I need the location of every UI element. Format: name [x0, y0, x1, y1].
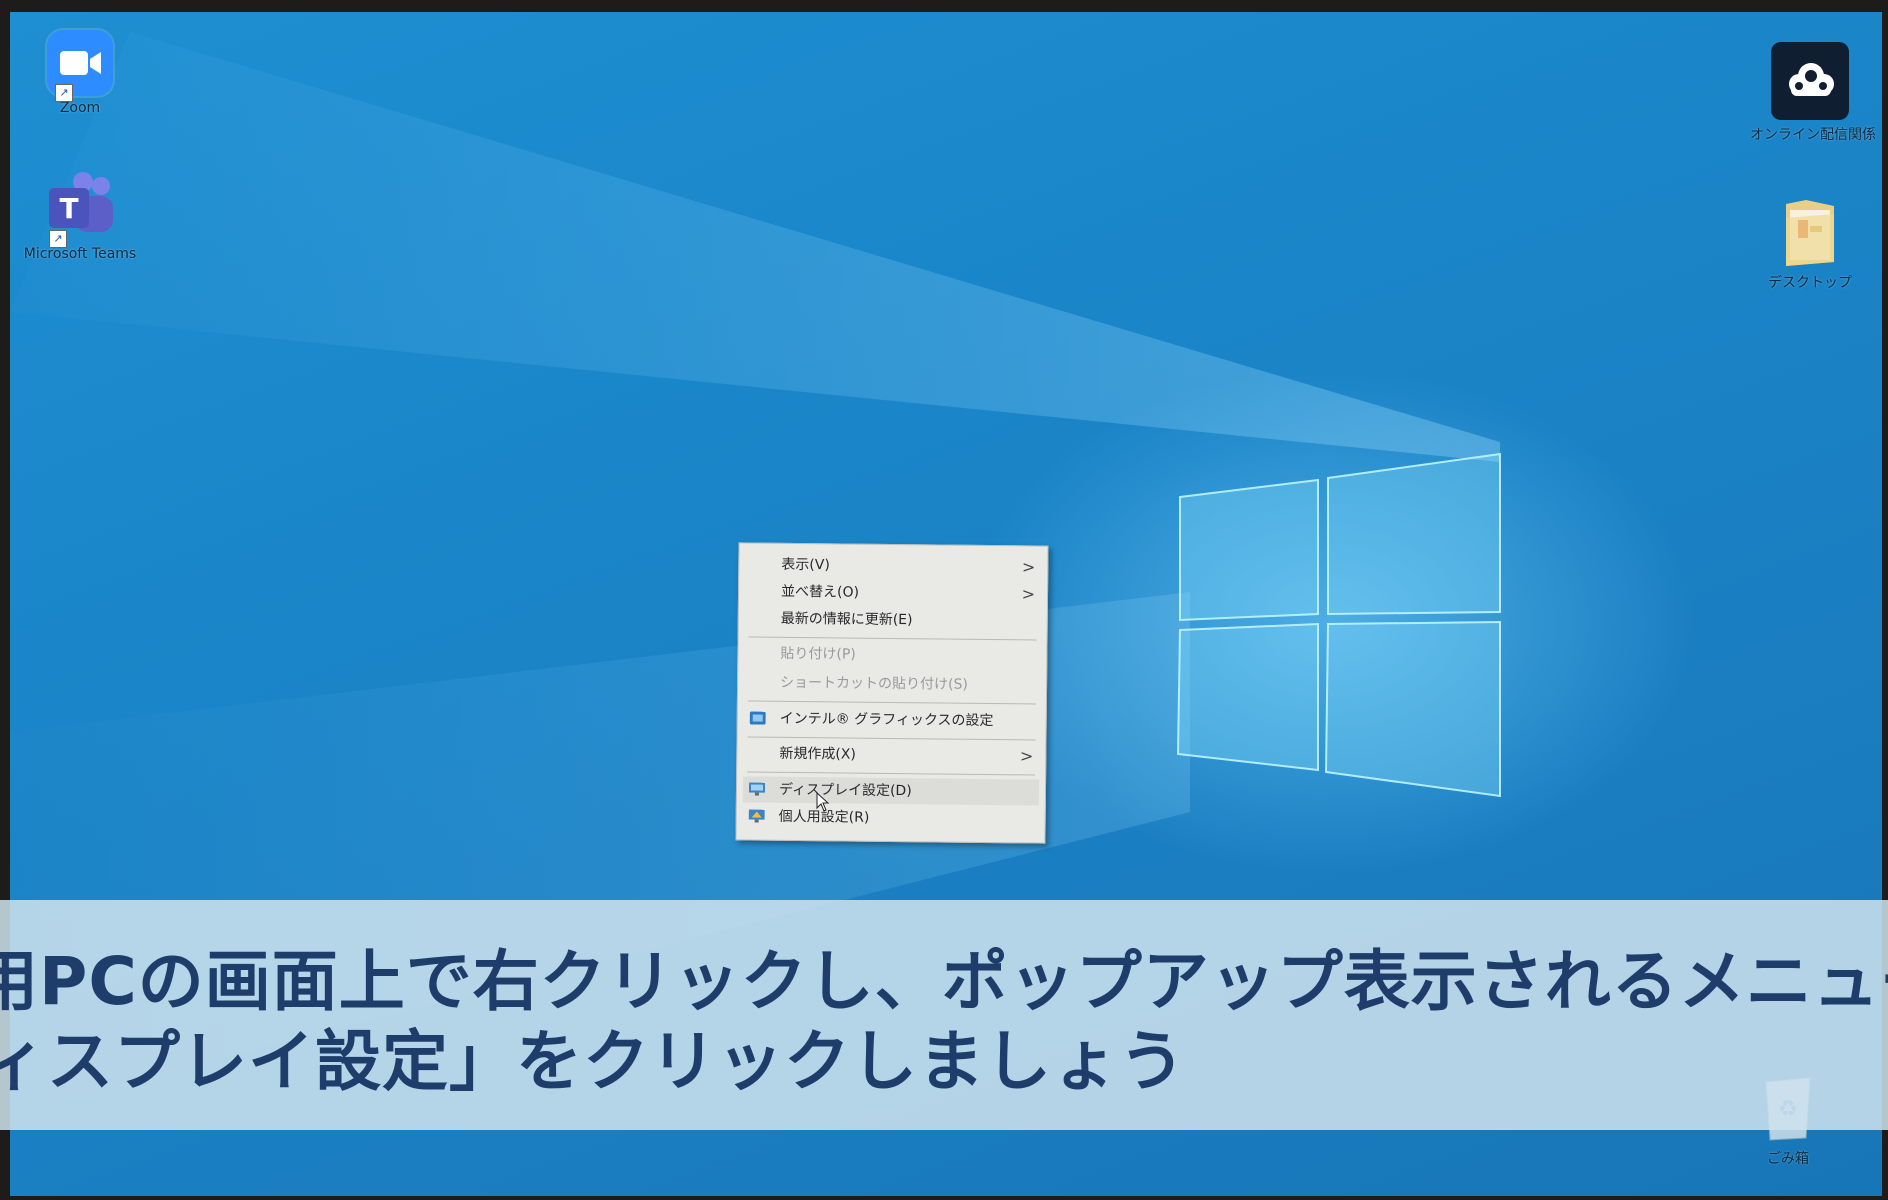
desktop-icon-label: デスクトップ	[1768, 275, 1852, 291]
menu-item-label: 最新の情報に更新(E)	[780, 610, 913, 629]
menu-item-refresh[interactable]: 最新の情報に更新(E)	[745, 605, 1041, 634]
intel-graphics-icon	[749, 711, 766, 725]
shortcut-arrow-icon: ↗	[49, 230, 67, 248]
context-menu: 表示(V) > 並べ替え(O) > 最新の情報に更新(E) 貼り付け(P) ショ…	[735, 542, 1049, 844]
menu-item-label: 並べ替え(O)	[780, 583, 860, 601]
desktop-icon-teams[interactable]: T ↗ Microsoft Teams	[20, 172, 140, 262]
chevron-right-icon: >	[1019, 746, 1034, 766]
menu-item-label: 表示(V)	[781, 556, 830, 574]
menu-item-label: インテル® グラフィックスの設定	[779, 710, 994, 730]
menu-item-new[interactable]: 新規作成(X) >	[743, 740, 1039, 769]
desktop-icon-label: Zoom	[59, 100, 101, 116]
menu-separator	[747, 700, 1036, 705]
desktop-icon-zoom[interactable]: ↗ Zoom	[20, 30, 140, 116]
desktop-icon-desktop-folder[interactable]: デスクトップ	[1750, 196, 1870, 292]
menu-item-display-settings[interactable]: ディスプレイ設定(D)	[742, 776, 1040, 806]
windows-logo	[1176, 452, 1501, 798]
caption-banner: 用PCの画面上で右クリックし、ポップアップ表示されるメニューか ィスプレイ設定」…	[0, 900, 1888, 1130]
menu-item-label: 新規作成(X)	[779, 745, 856, 763]
menu-item-paste: 貼り付け(P)	[744, 640, 1040, 669]
menu-item-paste-shortcut: ショートカットの貼り付け(S)	[744, 669, 1040, 698]
menu-item-label: ショートカットの貼り付け(S)	[780, 674, 968, 693]
menu-separator	[748, 636, 1037, 641]
menu-item-label: 貼り付け(P)	[780, 645, 856, 663]
desktop-icon-online-streaming[interactable]: オンライン配信関係	[1750, 42, 1876, 144]
caption-line-2: ィスプレイ設定」をクリックしましょう	[0, 1023, 1186, 1100]
chevron-right-icon: >	[1021, 557, 1036, 577]
chevron-right-icon: >	[1021, 584, 1036, 604]
svg-text:T: T	[59, 192, 78, 225]
teams-icon: T ↗	[41, 172, 119, 248]
personalize-icon	[748, 809, 765, 823]
menu-item-view[interactable]: 表示(V) >	[745, 551, 1041, 580]
shortcut-arrow-icon: ↗	[55, 84, 73, 102]
folder-icon	[1780, 196, 1840, 268]
menu-separator	[747, 736, 1036, 741]
menu-item-intel-graphics[interactable]: インテル® グラフィックスの設定	[744, 705, 1040, 734]
menu-item-label: ディスプレイ設定(D)	[778, 781, 912, 800]
menu-item-personalize[interactable]: 個人用設定(R)	[743, 803, 1039, 832]
desktop-icon-label: Microsoft Teams	[23, 246, 137, 262]
menu-item-sort[interactable]: 並べ替え(O) >	[745, 578, 1041, 607]
desktop-icon-label: オンライン配信関係	[1750, 127, 1876, 143]
zoom-icon: ↗	[47, 30, 113, 102]
mouse-pointer-icon	[816, 792, 830, 812]
desktop-icon-label: ごみ箱	[1767, 1151, 1809, 1167]
cloud-icon	[1771, 42, 1849, 120]
display-icon	[748, 782, 766, 796]
menu-separator	[747, 771, 1036, 776]
